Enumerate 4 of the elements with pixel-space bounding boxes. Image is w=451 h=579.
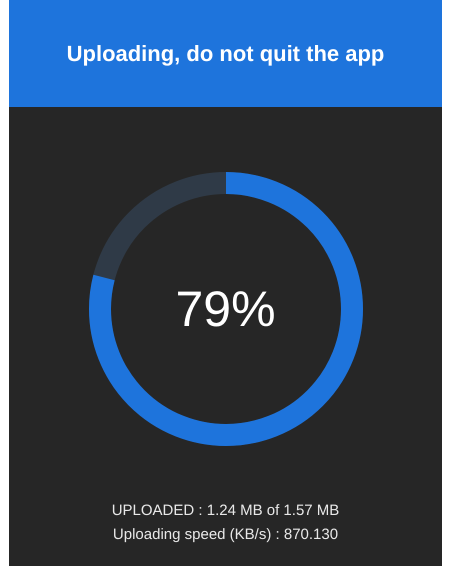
header-title: Uploading, do not quit the app bbox=[66, 40, 384, 68]
progress-percentage: 79% bbox=[175, 280, 276, 338]
upload-detail-text: UPLOADED : 1.24 MB of 1.57 MB bbox=[112, 501, 340, 521]
upload-detail-text: Uploading speed (KB/s) : 870.130 bbox=[112, 525, 338, 545]
